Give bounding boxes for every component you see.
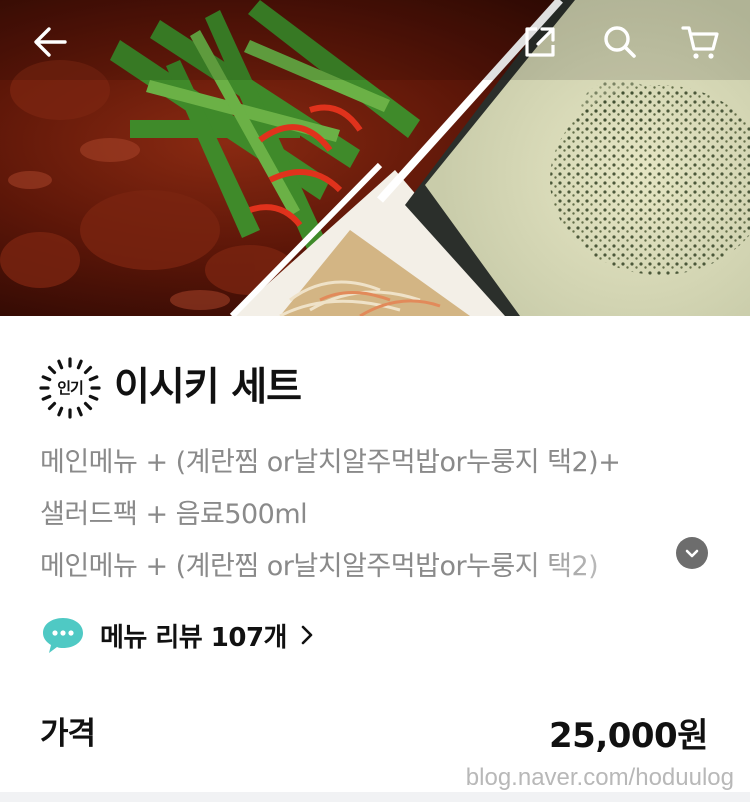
search-icon [604, 26, 636, 58]
chevron-right-icon [301, 625, 313, 645]
price-value: 25,000원 [549, 716, 708, 756]
arrow-left-icon [34, 27, 67, 57]
description-line: 샐러드팩 + 음료500ml [40, 499, 308, 530]
menu-title: 이시키 세트 [114, 365, 302, 410]
menu-hero-image [0, 0, 750, 316]
share-external-icon [525, 27, 555, 57]
review-count-label: 메뉴 리뷰 107개 [100, 622, 287, 653]
blog-watermark: blog.naver.com/hoduulog [465, 764, 734, 791]
popular-badge: 인기 [38, 356, 102, 420]
expand-description-button[interactable] [676, 537, 708, 569]
popular-badge-label: 인기 [57, 379, 84, 397]
back-button[interactable] [28, 20, 72, 64]
search-button[interactable] [598, 20, 642, 64]
section-divider [0, 792, 750, 802]
description-line: 메인메뉴 + (계란찜 or날치알주먹밥or누룽지 택2) [40, 551, 599, 582]
price-label: 가격 [40, 716, 96, 752]
chevron-down-icon [685, 549, 699, 558]
cart-button[interactable] [678, 20, 722, 64]
cart-icon [681, 26, 719, 59]
menu-review-link[interactable]: 메뉴 리뷰 107개 [40, 612, 315, 658]
description-line: 메인메뉴 + (계란찜 or날치알주먹밥or누룽지 택2)+ [40, 447, 621, 478]
menu-description: 메인메뉴 + (계란찜 or날치알주먹밥or누룽지 택2)+ 샐러드팩 + 음료… [40, 437, 700, 593]
share-button[interactable] [518, 20, 562, 64]
speech-bubble-icon [43, 618, 83, 653]
